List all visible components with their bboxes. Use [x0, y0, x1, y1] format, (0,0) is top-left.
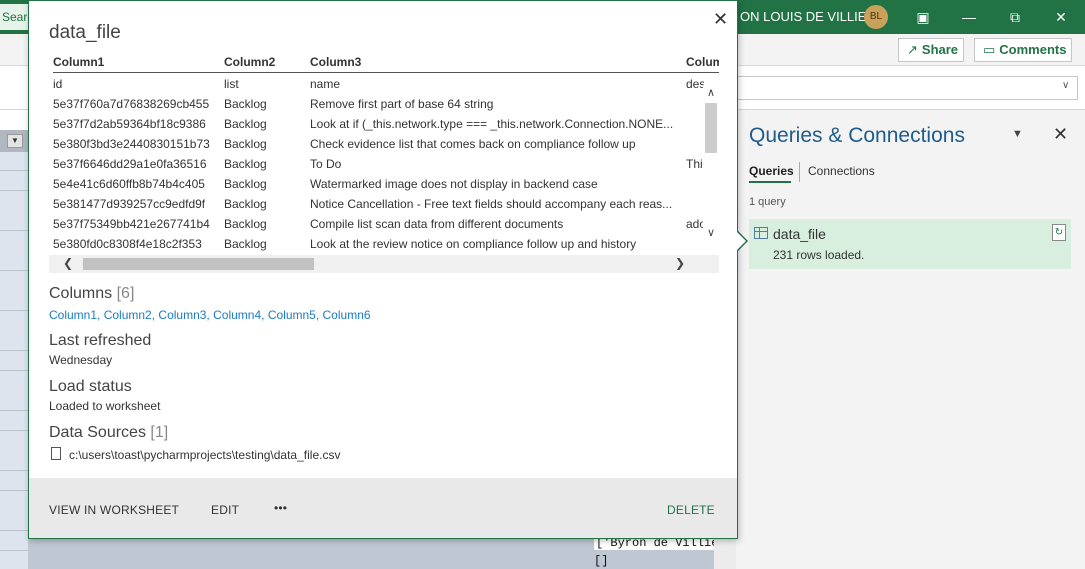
scroll-right-icon[interactable]: ❯ — [675, 256, 685, 270]
load-status-heading: Load status — [49, 378, 132, 395]
ribbon-display-options-icon[interactable]: ▣ — [900, 0, 946, 34]
column-header: Column1 — [53, 55, 105, 69]
share-button[interactable]: ↗ Share — [898, 38, 964, 62]
more-options-icon[interactable]: ••• — [274, 501, 287, 515]
file-icon — [51, 447, 61, 460]
last-refreshed-heading: Last refreshed — [49, 332, 152, 349]
columns-heading: Columns [6] — [49, 285, 135, 302]
pane-options-icon[interactable]: ▼ — [1012, 128, 1023, 140]
table-row: 5e37f760a7d76838269cb455 Backlog Remove fi… — [53, 97, 494, 111]
column-header: Colum — [686, 55, 719, 69]
column-link[interactable]: Column4, — [213, 308, 264, 322]
column-header: Column3 — [310, 55, 362, 69]
restore-icon[interactable]: ⧉ — [992, 0, 1038, 34]
tab-divider — [799, 162, 800, 182]
query-name[interactable]: data_file — [773, 226, 826, 242]
popup-title: data_file — [49, 22, 121, 43]
scroll-left-icon[interactable]: ❮ — [63, 256, 73, 270]
pane-close-icon[interactable]: ✕ — [1053, 124, 1068, 145]
delete-button[interactable]: DELETE — [667, 503, 715, 517]
comments-button[interactable]: ▭ Comments — [974, 38, 1072, 62]
scroll-thumb[interactable] — [83, 258, 314, 270]
table-icon — [754, 227, 768, 239]
scroll-down-icon[interactable]: ∨ — [703, 225, 719, 241]
column-link[interactable]: Column6 — [323, 308, 371, 322]
table-row: id list name des — [53, 77, 704, 91]
pane-title: Queries & Connections — [749, 124, 965, 147]
share-icon: ↗ — [907, 42, 918, 57]
cell-value[interactable]: [] — [594, 554, 608, 568]
column-header: Column2 — [224, 55, 276, 69]
query-peek-popup: data_file ✕ Column1 Column2 Column3 Colu… — [28, 0, 738, 539]
column-link[interactable]: Column1, — [49, 308, 100, 322]
popup-pointer-fill — [737, 232, 746, 250]
column-list: Column1, Column2, Column3, Column4, Colu… — [49, 308, 371, 322]
tab-queries[interactable]: Queries — [749, 164, 794, 178]
scroll-thumb[interactable] — [705, 103, 717, 153]
column-link[interactable]: Column5, — [268, 308, 319, 322]
vertical-scrollbar[interactable]: ∧ ∨ — [703, 85, 719, 253]
avatar[interactable]: BL — [864, 5, 888, 29]
query-status: 231 rows loaded. — [773, 248, 865, 262]
column-link[interactable]: Column3, — [158, 308, 209, 322]
table-row: 5e381477d939257cc9edfd9f Backlog Notice Ca… — [53, 197, 673, 211]
refresh-icon[interactable]: ↻ — [1052, 224, 1066, 241]
table-row: 5e37f6646dd29a1e0fa36516 Backlog To Do Thi — [53, 157, 703, 171]
edit-button[interactable]: EDIT — [211, 503, 239, 517]
last-refreshed-value: Wednesday — [49, 353, 113, 367]
horizontal-scrollbar[interactable]: ❮ ❯ — [49, 255, 719, 273]
tab-connections[interactable]: Connections — [808, 164, 875, 178]
row-headers — [0, 130, 28, 569]
table-row: 5e380f3bd3e2440830151b73 Backlog Check evi… — [53, 137, 636, 151]
minimize-icon[interactable]: — — [946, 0, 992, 34]
table-row: 5e37f75349bb421e267741b4 Backlog Compile l… — [53, 217, 704, 231]
user-name[interactable]: ON LOUIS DE VILLIERS — [740, 0, 885, 34]
table-row: 5e380fd0c8308f4e18c2f353 Backlog Look at t… — [53, 237, 637, 251]
filter-dropdown-icon[interactable]: ▼ — [7, 134, 23, 148]
queries-pane — [736, 110, 1085, 569]
header-divider — [53, 72, 719, 73]
share-label: Share — [921, 42, 959, 57]
data-source-path: c:\users\toast\pycharmprojects\testing\d… — [69, 448, 341, 462]
chevron-down-icon[interactable]: ∨ — [1062, 80, 1069, 91]
table-row: 5e37f7d2ab59364bf18c9386 Backlog Look at i… — [53, 117, 674, 131]
active-tab-indicator — [749, 181, 791, 183]
query-count: 1 query — [749, 196, 786, 208]
view-in-worksheet-button[interactable]: VIEW IN WORKSHEET — [49, 503, 179, 517]
formula-input[interactable] — [736, 76, 1078, 100]
window-close-icon[interactable]: ✕ — [1038, 0, 1084, 34]
data-sources-heading: Data Sources [1] — [49, 424, 169, 441]
table-row: 5e4e41c6d60ffb8b74b4c405 Backlog Watermark… — [53, 177, 598, 191]
scroll-up-icon[interactable]: ∧ — [703, 85, 719, 101]
data-preview[interactable]: Column1 Column2 Column3 Colum idlistname… — [49, 53, 719, 273]
load-status-value: Loaded to worksheet — [49, 399, 161, 413]
search-box[interactable]: Search — [0, 4, 30, 30]
column-link[interactable]: Column2, — [104, 308, 155, 322]
comments-label: Comments — [999, 42, 1067, 57]
comment-icon: ▭ — [983, 42, 996, 57]
close-icon[interactable]: ✕ — [713, 9, 728, 30]
